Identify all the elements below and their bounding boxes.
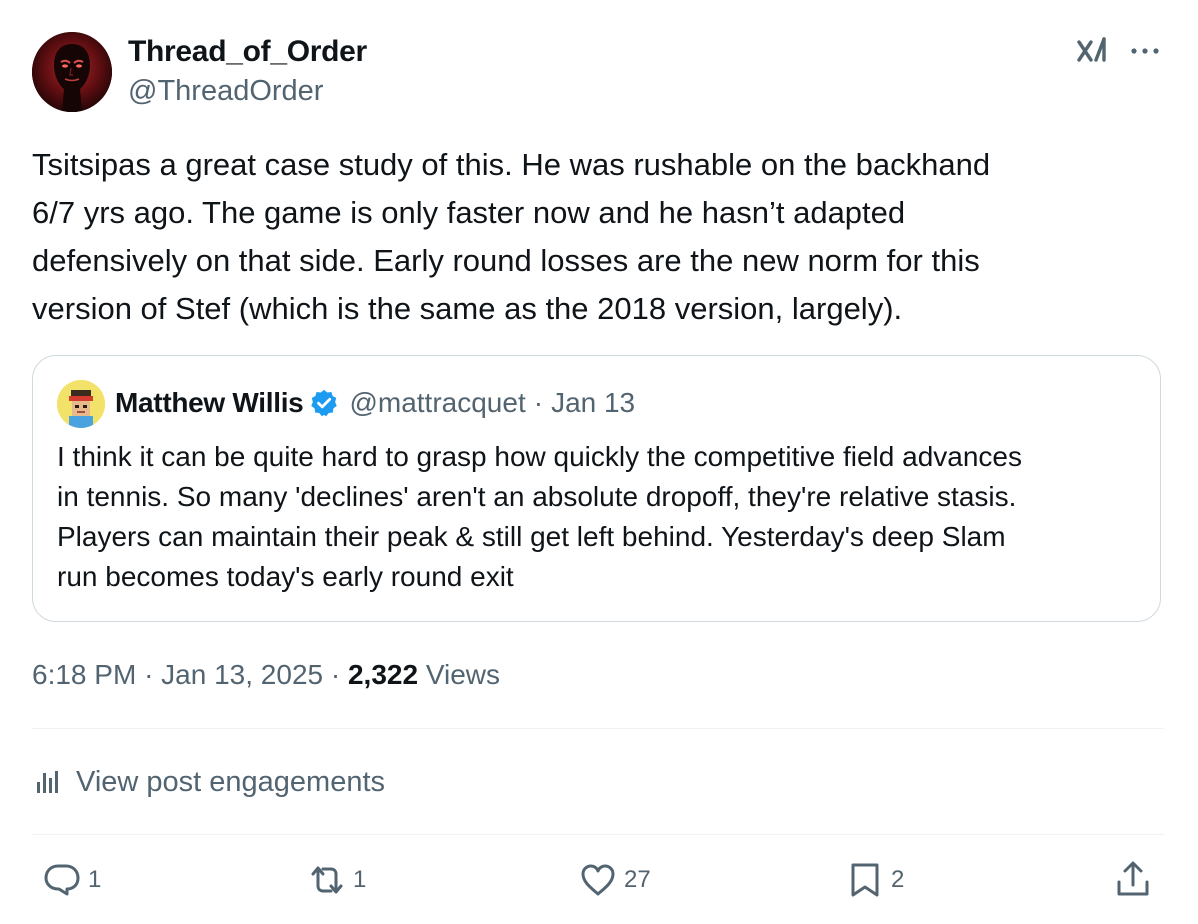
- quoted-author-avatar[interactable]: [57, 380, 105, 428]
- view-post-engagements-link[interactable]: View post engagements: [32, 760, 385, 804]
- divider: [32, 728, 1164, 729]
- more-options-icon[interactable]: [1127, 33, 1163, 69]
- heart-icon: [581, 864, 615, 896]
- repost-count: 1: [353, 866, 367, 893]
- separator-dot: ·: [533, 387, 544, 418]
- bookmark-icon: [851, 863, 879, 897]
- reply-count: 1: [88, 866, 102, 893]
- share-icon: [1117, 861, 1149, 896]
- quoted-post-date[interactable]: Jan 13: [551, 387, 635, 419]
- repost-icon: [311, 866, 343, 894]
- author-handle[interactable]: @ThreadOrder: [128, 75, 323, 108]
- quoted-author-handle[interactable]: @mattracquet: [349, 387, 525, 419]
- post-time[interactable]: 6:18 PM: [32, 659, 136, 690]
- divider: [32, 834, 1164, 835]
- separator-dot: ·: [330, 659, 341, 690]
- like-button[interactable]: 27: [576, 858, 651, 902]
- quoted-author-avatar-image: [57, 380, 105, 428]
- bookmark-count: 2: [891, 866, 905, 893]
- author-display-name[interactable]: Thread_of_Order: [128, 35, 367, 69]
- author-avatar-image: [32, 32, 112, 112]
- bookmark-button[interactable]: 2: [843, 858, 904, 902]
- reply-button[interactable]: 1: [40, 858, 101, 902]
- bar-chart-icon: [37, 771, 58, 793]
- quoted-post-text: I think it can be quite hard to grasp ho…: [57, 441, 1022, 592]
- quoted-author-display-name[interactable]: Matthew Willis: [115, 387, 304, 419]
- post-text: Tsitsipas a great case study of this. He…: [32, 147, 991, 326]
- views-label: Views: [425, 659, 501, 690]
- post-meta: 6:18 PM · Jan 13, 2025 · 2,322 Views: [32, 659, 500, 691]
- engagements-label: View post engagements: [76, 765, 386, 798]
- like-count: 27: [624, 866, 651, 893]
- separator-dot: ·: [144, 659, 154, 690]
- verified-badge-icon: [311, 389, 338, 417]
- grok-icon[interactable]: [1074, 33, 1110, 69]
- quoted-post[interactable]: Matthew Willis @mattracquet · Jan 13 I t…: [32, 355, 1161, 622]
- repost-button[interactable]: 1: [305, 858, 366, 902]
- reply-icon: [44, 864, 80, 896]
- views-count: 2,322: [347, 659, 419, 690]
- share-button[interactable]: [1111, 858, 1155, 902]
- author-avatar[interactable]: [32, 32, 112, 112]
- post-date[interactable]: Jan 13, 2025: [161, 659, 323, 690]
